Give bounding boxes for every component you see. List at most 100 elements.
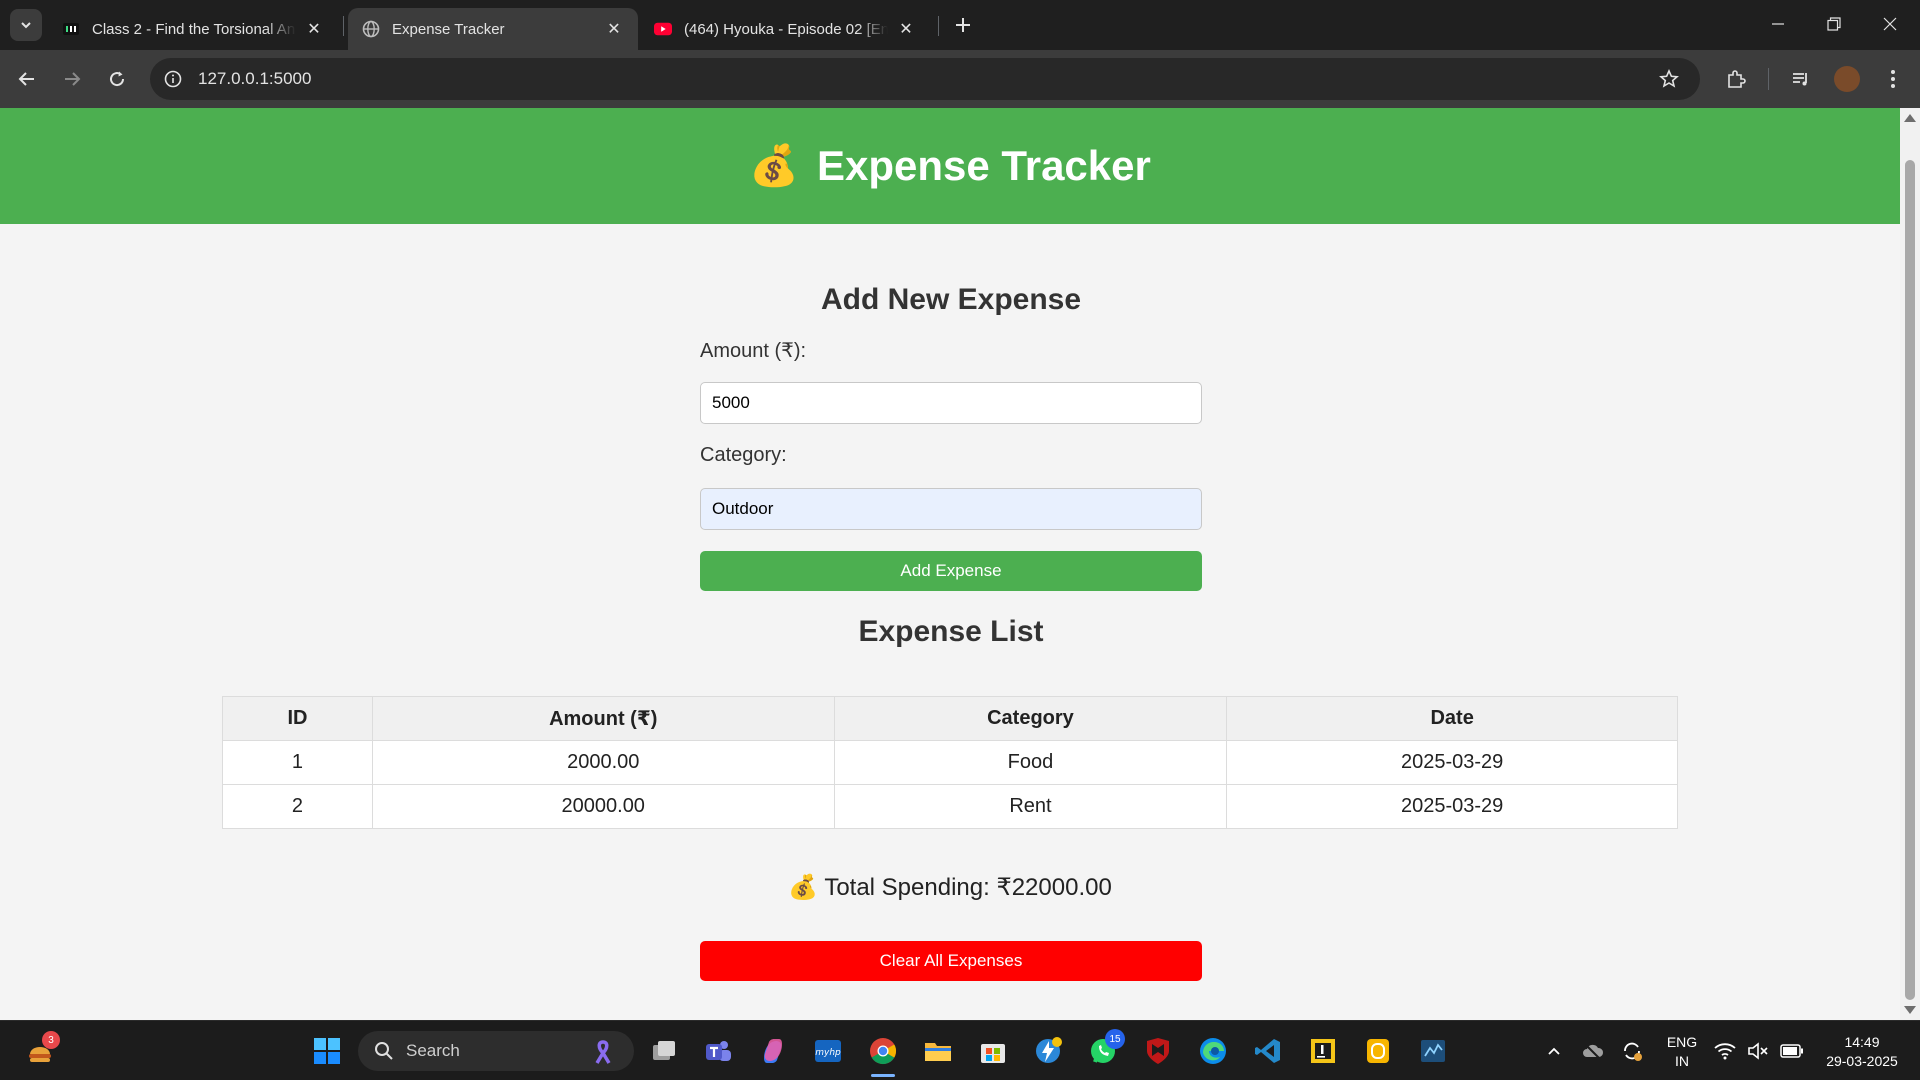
column-header-date: Date <box>1226 696 1678 741</box>
microsoft-store-app[interactable] <box>975 1033 1011 1069</box>
category-label: Category: <box>700 444 787 466</box>
sync-icon <box>1624 1042 1642 1061</box>
clear-all-button[interactable]: Clear All Expenses <box>700 941 1202 981</box>
tab-search-button[interactable] <box>10 9 42 41</box>
battery-icon <box>1779 1044 1803 1058</box>
url-text[interactable]: 127.0.0.1:5000 <box>198 69 311 89</box>
mcafee-shield-icon <box>1147 1038 1169 1064</box>
browser-menu-button[interactable] <box>1875 61 1911 97</box>
money-bag-icon: 💰 <box>788 874 819 901</box>
extensions-button[interactable] <box>1718 61 1754 97</box>
whatsapp-badge: 15 <box>1105 1029 1125 1049</box>
widgets-button[interactable]: 3 <box>22 1031 60 1069</box>
arrow-right-icon <box>65 72 81 86</box>
avatar <box>1834 66 1860 92</box>
widgets-badge: 3 <box>42 1031 60 1049</box>
tab-youtube[interactable]: (464) Hyouka - Episode 02 [Eng ✕ <box>640 8 930 50</box>
start-button[interactable] <box>309 1033 345 1069</box>
tab-divider <box>343 16 344 36</box>
cell-date: 2025-03-29 <box>1226 740 1678 785</box>
scroll-down-arrow-icon[interactable] <box>1904 1006 1916 1014</box>
sync-status[interactable] <box>1614 1033 1650 1069</box>
tab-class2[interactable]: Class 2 - Find the Torsional Ang ✕ <box>48 8 338 50</box>
arrow-left-icon <box>18 72 34 86</box>
toolbar-divider <box>1768 68 1769 90</box>
edge-app[interactable] <box>1195 1033 1231 1069</box>
onedrive-status[interactable] <box>1575 1033 1611 1069</box>
cell-id: 1 <box>222 740 373 785</box>
teams-app[interactable] <box>700 1033 736 1069</box>
search-placeholder: Search <box>406 1041 460 1060</box>
table-row: 2 20000.00 Rent 2025-03-29 <box>222 784 1678 829</box>
site-info-icon[interactable] <box>156 62 190 96</box>
media-controls-button[interactable] <box>1783 61 1819 97</box>
edge-icon <box>1200 1038 1226 1064</box>
language-indicator[interactable]: ENG IN <box>1660 1033 1704 1071</box>
total-spending: 💰 Total Spending: ₹22000.00 <box>0 873 1900 902</box>
myhp-app[interactable]: myhp <box>810 1033 846 1069</box>
close-window-button[interactable] <box>1862 0 1918 48</box>
expense-table: ID Amount (₹) Category Date 1 2000.00 Fo… <box>222 696 1678 829</box>
intellij-app[interactable] <box>1305 1033 1341 1069</box>
back-button[interactable] <box>9 61 45 97</box>
new-tab-button[interactable] <box>950 12 976 38</box>
bookmark-star-icon[interactable] <box>1652 62 1686 96</box>
reload-button[interactable] <box>99 61 135 97</box>
page-title: Expense Tracker <box>816 142 1151 189</box>
task-view-icon <box>653 1041 675 1060</box>
close-tab-icon[interactable]: ✕ <box>304 19 324 39</box>
scrollbar-thumb[interactable] <box>1905 160 1915 1000</box>
site-favicon-icon <box>62 20 80 38</box>
scroll-up-arrow-icon[interactable] <box>1904 114 1916 122</box>
plus-icon <box>956 18 970 32</box>
network-app[interactable] <box>1415 1033 1451 1069</box>
wifi-icon <box>1714 1043 1736 1060</box>
cell-category: Food <box>833 740 1228 785</box>
address-bar[interactable]: 127.0.0.1:5000 <box>150 58 1700 100</box>
pc-manager-app[interactable] <box>1030 1033 1066 1069</box>
money-bag-icon: 💰 <box>749 144 799 188</box>
notes-icon <box>1367 1039 1389 1063</box>
page-scrollbar[interactable] <box>1900 108 1920 1020</box>
windows-logo-icon <box>314 1038 340 1064</box>
awareness-ribbon-icon <box>595 1040 611 1064</box>
close-tab-icon[interactable]: ✕ <box>896 19 916 39</box>
chevron-up-icon <box>1548 1047 1560 1055</box>
file-explorer-app[interactable] <box>920 1033 956 1069</box>
tab-expense-tracker[interactable]: Expense Tracker ✕ <box>348 8 638 50</box>
windows-taskbar: 3 Search myhp 15 ENG IN 14:49 29-03-2025 <box>0 1020 1920 1080</box>
amount-input[interactable]: 5000 <box>700 382 1202 424</box>
browser-toolbar: 127.0.0.1:5000 <box>0 50 1920 108</box>
profile-button[interactable] <box>1829 61 1865 97</box>
cloud-offline-icon <box>1583 1042 1604 1062</box>
chrome-app[interactable] <box>865 1033 901 1077</box>
clock[interactable]: 14:49 29-03-2025 <box>1812 1033 1912 1071</box>
forward-button[interactable] <box>54 61 90 97</box>
add-expense-button[interactable]: Add Expense <box>700 551 1202 591</box>
copilot-app[interactable] <box>755 1033 791 1069</box>
expense-table-container: ID Amount (₹) Category Date 1 2000.00 Fo… <box>222 696 1678 829</box>
restore-button[interactable] <box>1806 0 1862 48</box>
chrome-icon <box>870 1038 897 1065</box>
task-view-button[interactable] <box>646 1033 682 1069</box>
reload-icon <box>110 71 125 87</box>
myhp-icon: myhp <box>815 1040 841 1062</box>
whatsapp-app[interactable]: 15 <box>1085 1029 1125 1069</box>
clock-time: 14:49 <box>1844 1034 1880 1050</box>
notes-app[interactable] <box>1360 1033 1396 1069</box>
taskbar-search[interactable]: Search <box>358 1031 634 1071</box>
vscode-app[interactable] <box>1250 1033 1286 1069</box>
more-vertical-icon <box>1891 70 1895 88</box>
mcafee-app[interactable] <box>1140 1033 1176 1069</box>
page-viewport: 💰 Expense Tracker Add New Expense Amount… <box>0 108 1900 1020</box>
column-header-amount: Amount (₹) <box>371 696 835 741</box>
minimize-button[interactable] <box>1750 0 1806 48</box>
amount-label: Amount (₹): <box>700 340 807 362</box>
vscode-icon <box>1255 1039 1280 1063</box>
app-header: 💰 Expense Tracker <box>0 108 1900 224</box>
cell-id: 2 <box>222 784 373 829</box>
close-tab-icon[interactable]: ✕ <box>604 19 624 39</box>
quick-settings-button[interactable] <box>1709 1033 1809 1069</box>
show-hidden-icons-button[interactable] <box>1536 1033 1572 1069</box>
category-input[interactable]: Outdoor <box>700 488 1202 530</box>
